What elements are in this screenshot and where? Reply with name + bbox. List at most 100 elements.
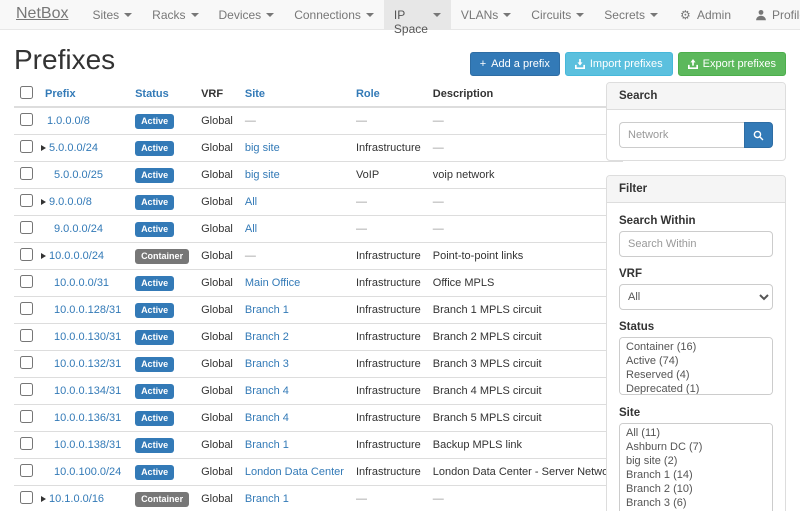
site-link[interactable]: Branch 4 (245, 412, 289, 424)
sort-site-header[interactable]: Site (245, 88, 265, 100)
site-link[interactable]: big site (245, 142, 280, 154)
site-link[interactable]: Branch 2 (245, 331, 289, 343)
table-row: 5.0.0.0/24 Active Global big site Infras… (14, 135, 623, 162)
site-link[interactable]: big site (245, 169, 280, 181)
prefix-link[interactable]: 10.0.0.136/31 (54, 412, 121, 424)
expand-arrow-icon[interactable] (41, 199, 46, 205)
vrf-value: Global (195, 107, 239, 135)
prefix-link[interactable]: 10.0.0.0/24 (49, 250, 104, 262)
sort-role-header[interactable]: Role (356, 88, 380, 100)
row-checkbox[interactable] (20, 491, 33, 504)
row-checkbox[interactable] (20, 113, 33, 126)
site-link[interactable]: Branch 1 (245, 493, 289, 505)
table-row: 10.0.0.132/31 Active Global Branch 3 Inf… (14, 351, 623, 378)
site-link[interactable]: London Data Center (245, 466, 344, 478)
description-value: London Data Center - Server Network (427, 459, 624, 486)
prefix-link[interactable]: 10.1.0.0/16 (49, 493, 104, 505)
prefix-link[interactable]: 10.0.0.0/31 (54, 277, 109, 289)
status-filter-select[interactable]: Container (16)Active (74)Reserved (4)Dep… (619, 337, 773, 395)
export-prefixes-button[interactable]: Export prefixes (678, 52, 786, 76)
add-prefix-button[interactable]: + Add a prefix (470, 52, 560, 76)
search-panel: Search (606, 82, 786, 161)
navbar-item[interactable]: Racks (142, 0, 208, 29)
site-link[interactable]: Main Office (245, 277, 300, 289)
vrf-value: Global (195, 297, 239, 324)
site-cell: Branch 3 (239, 351, 350, 378)
select-all-checkbox[interactable] (20, 86, 33, 99)
search-button[interactable] (744, 122, 773, 148)
search-within-input[interactable] (619, 231, 773, 257)
row-checkbox[interactable] (20, 464, 33, 477)
filter-option[interactable]: Container (16) (620, 340, 772, 354)
sort-status-header[interactable]: Status (135, 88, 169, 100)
site-link[interactable]: All (245, 223, 257, 235)
prefix-link[interactable]: 9.0.0.0/8 (49, 196, 92, 208)
site-link[interactable]: Branch 3 (245, 358, 289, 370)
admin-link[interactable]: ⚙ Admin (668, 8, 743, 22)
site-link[interactable]: All (245, 196, 257, 208)
filter-option[interactable]: All (11) (620, 426, 772, 440)
row-checkbox[interactable] (20, 194, 33, 207)
expand-arrow-icon[interactable] (41, 496, 46, 502)
site-cell: London Data Center (239, 459, 350, 486)
prefix-link[interactable]: 10.0.0.128/31 (54, 304, 121, 316)
prefix-link[interactable]: 10.0.0.134/31 (54, 385, 121, 397)
filter-option[interactable]: Active (74) (620, 354, 772, 368)
row-checkbox[interactable] (20, 275, 33, 288)
row-checkbox[interactable] (20, 356, 33, 369)
site-link[interactable]: Branch 1 (245, 439, 289, 451)
row-checkbox[interactable] (20, 221, 33, 234)
row-checkbox[interactable] (20, 383, 33, 396)
filter-option[interactable]: Branch 3 (6) (620, 496, 772, 510)
navbar-item[interactable]: Connections (284, 0, 384, 29)
navbar-item[interactable]: Circuits (521, 0, 594, 29)
role-value: — (350, 216, 427, 243)
prefix-link[interactable]: 9.0.0.0/24 (54, 223, 103, 235)
row-checkbox[interactable] (20, 302, 33, 315)
navbar-item[interactable]: Sites (82, 0, 142, 29)
navbar-item[interactable]: Devices (209, 0, 285, 29)
navbar-item[interactable]: Secrets (594, 0, 668, 29)
filter-option[interactable]: Reserved (4) (620, 368, 772, 382)
profile-link[interactable]: Profile (743, 8, 800, 22)
vrf-value: Global (195, 270, 239, 297)
prefix-link[interactable]: 10.0.0.130/31 (54, 331, 121, 343)
filter-option[interactable]: big site (2) (620, 454, 772, 468)
site-link[interactable]: Branch 4 (245, 385, 289, 397)
prefix-link[interactable]: 1.0.0.0/8 (47, 115, 90, 127)
app-logo[interactable]: NetBox (0, 0, 82, 29)
row-checkbox[interactable] (20, 410, 33, 423)
expand-arrow-icon[interactable] (41, 145, 46, 151)
role-value: Infrastructure (350, 378, 427, 405)
filter-option[interactable]: Ashburn DC (7) (620, 440, 772, 454)
row-checkbox[interactable] (20, 248, 33, 261)
role-value: Infrastructure (350, 405, 427, 432)
prefix-link[interactable]: 5.0.0.0/24 (49, 142, 98, 154)
import-prefixes-button[interactable]: Import prefixes (565, 52, 673, 76)
navbar-item-label: Connections (294, 8, 361, 22)
navbar-item[interactable]: VLANs (451, 0, 521, 29)
row-checkbox[interactable] (20, 329, 33, 342)
row-checkbox[interactable] (20, 437, 33, 450)
row-checkbox[interactable] (20, 140, 33, 153)
site-link[interactable]: Branch 1 (245, 304, 289, 316)
filter-option[interactable]: Deprecated (1) (620, 382, 772, 395)
prefix-link[interactable]: 10.0.0.132/31 (54, 358, 121, 370)
vrf-filter-select[interactable]: All (619, 284, 773, 310)
navbar-item[interactable]: IP Space (384, 0, 451, 29)
row-checkbox[interactable] (20, 167, 33, 180)
search-input[interactable] (619, 122, 744, 148)
expand-arrow-icon[interactable] (41, 253, 46, 259)
filter-option[interactable]: Branch 1 (14) (620, 468, 772, 482)
table-header-row: Prefix Status VRF Site Role Description (14, 82, 623, 107)
site-filter-select[interactable]: All (11)Ashburn DC (7)big site (2)Branch… (619, 423, 773, 511)
filter-option[interactable]: Branch 2 (10) (620, 482, 772, 496)
prefix-link[interactable]: 5.0.0.0/25 (54, 169, 103, 181)
role-value: Infrastructure (350, 324, 427, 351)
role-value: — (350, 486, 427, 511)
sort-prefix-header[interactable]: Prefix (45, 88, 76, 100)
export-prefixes-label: Export prefixes (703, 58, 776, 70)
prefix-link[interactable]: 10.0.0.138/31 (54, 439, 121, 451)
prefix-link[interactable]: 10.0.100.0/24 (54, 466, 121, 478)
table-row: 10.1.0.0/16 Container Global Branch 1 — … (14, 486, 623, 511)
